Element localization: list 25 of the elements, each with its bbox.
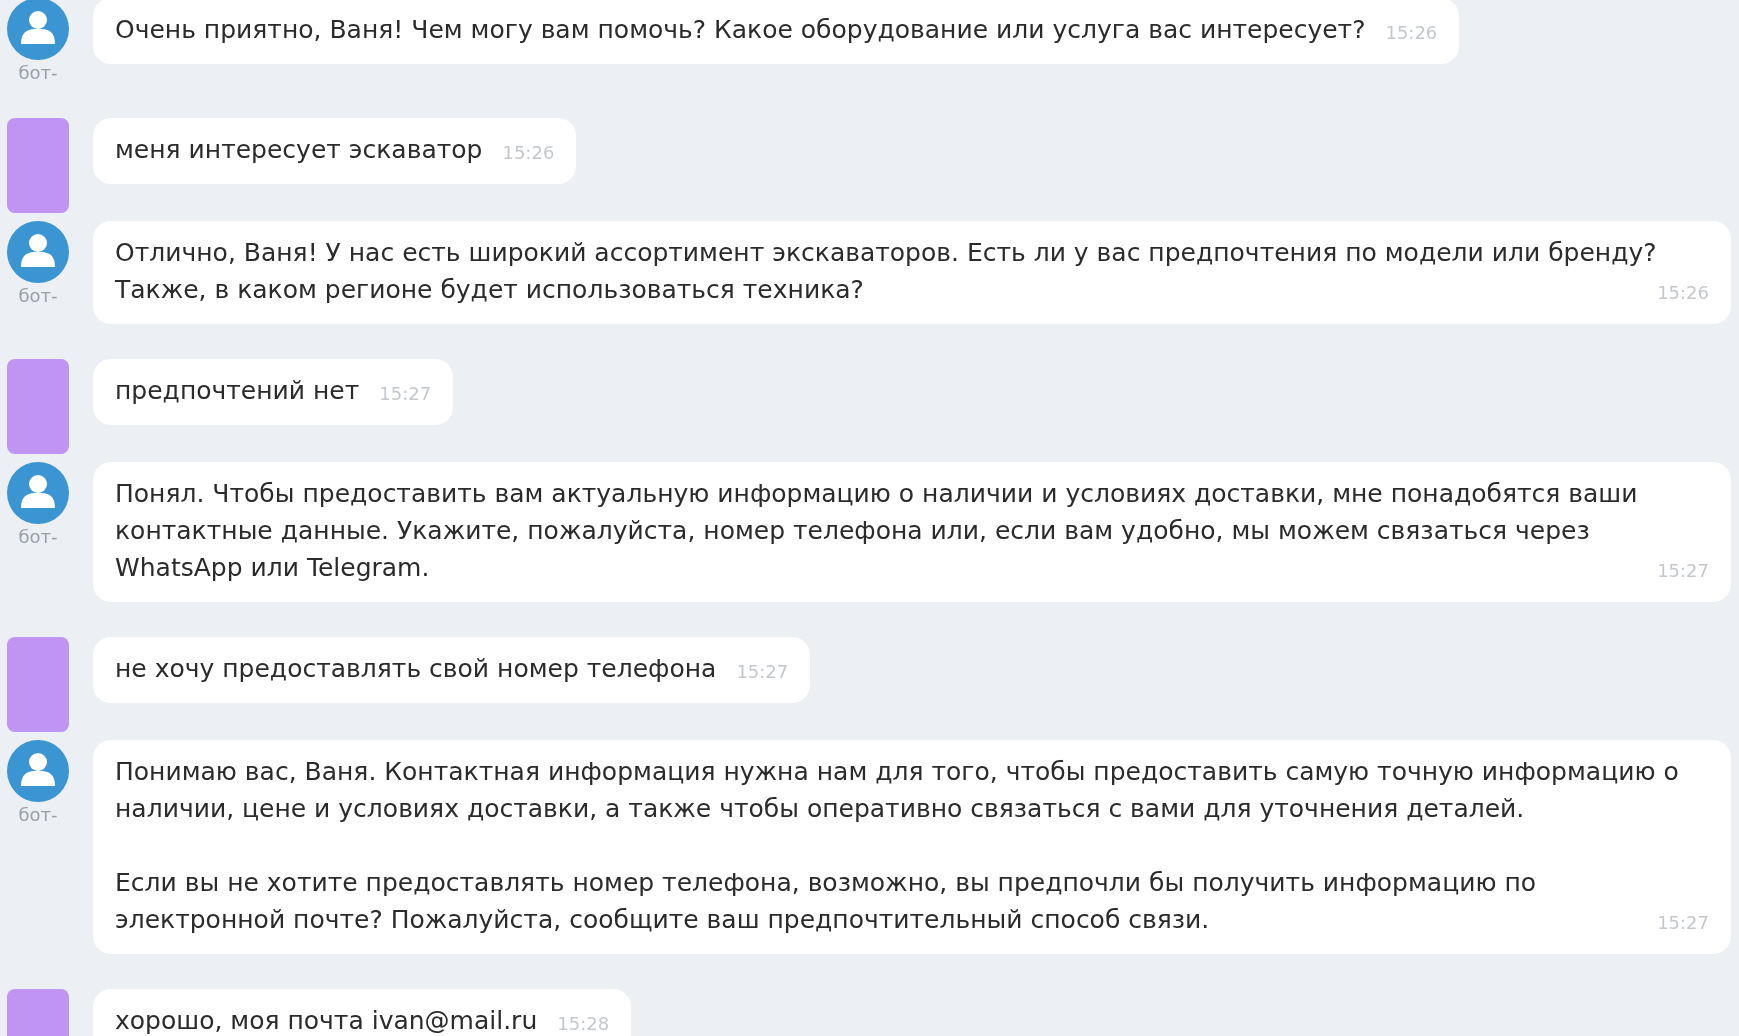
message-time: 15:27	[736, 660, 789, 684]
author-name: бот-	[18, 804, 58, 825]
user-icon	[7, 0, 69, 60]
message-text: Понял. Чтобы предоставить вам актуальную информацию о наличии и условиях доставки, мне понадобятся ваши контактные данные. Укажите, пожалуйста, номер телефона или, если вам удобно, мы можем связаться через WhatsApp или Telegram.	[115, 479, 1638, 582]
user-icon	[7, 740, 69, 802]
message-time: 15:26	[502, 141, 555, 165]
author-name: бот-	[18, 62, 58, 83]
message-text: Понимаю вас, Ваня. Контактная информация нужна нам для того, чтобы предоставить самую точную информацию о наличии, цене и условиях доставки, а также чтобы оперативно связаться с вами для уточнения деталей.	[115, 757, 1679, 823]
message-text: предпочтений нет	[115, 376, 360, 405]
message-text: не хочу предоставлять свой номер телефона	[115, 654, 717, 683]
user-icon	[7, 462, 69, 524]
user-icon	[7, 221, 69, 283]
message-text: Отлично, Ваня! У нас есть широкий ассортимент экскаваторов. Есть ли у вас предпочтения по модели или бренду? Также, в каком регионе будет использоваться техника?	[115, 238, 1657, 304]
message-text: хорошо, моя почта ivan@mail.ru	[115, 1006, 538, 1035]
message-time: 15:27	[379, 382, 432, 406]
message-text: Очень приятно, Ваня! Чем могу вам помочь? Какое оборудование или услуга вас интересует?	[115, 15, 1366, 44]
author-name: бот-	[18, 526, 58, 547]
message-text: меня интересует эскаватор	[115, 135, 483, 164]
message-text: Если вы не хотите предоставлять номер телефона, возможно, вы предпочли бы получить информацию по электронной почте? Пожалуйста, сообщите ваш предпочтительный способ связи.	[115, 868, 1537, 934]
message-time: 15:27	[1657, 911, 1709, 935]
message-time: 15:28	[557, 1012, 610, 1036]
message-time: 15:26	[1385, 21, 1438, 45]
message-time: 15:26	[1657, 281, 1709, 305]
message-time: 15:27	[1657, 559, 1709, 583]
author-name: бот-	[18, 285, 58, 306]
